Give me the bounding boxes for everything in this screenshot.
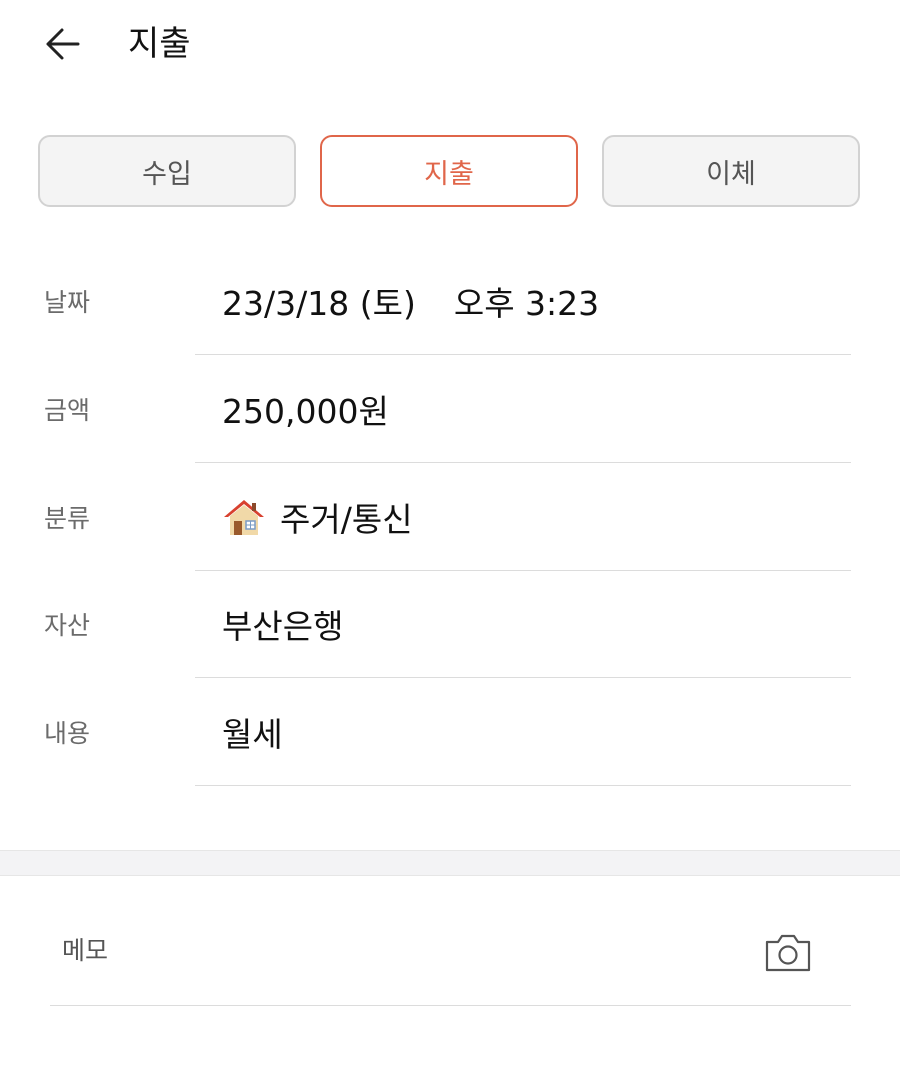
date-value[interactable]: 23/3/18 (토) 오후 3:23 — [222, 247, 599, 355]
tab-transfer[interactable]: 이체 — [602, 135, 860, 207]
app-header: 지출 — [0, 0, 900, 90]
date-text[interactable]: 23/3/18 (토) — [222, 277, 416, 325]
back-button[interactable] — [38, 22, 86, 66]
asset-label: 자산 — [44, 611, 91, 640]
category-field[interactable]: 주거/통신 — [222, 463, 413, 571]
memo-divider — [50, 1005, 851, 1006]
date-label: 날짜 — [44, 288, 91, 317]
transaction-type-tabs: 수입 지출 이체 — [38, 135, 863, 210]
content-row[interactable]: 내용 월세 — [0, 678, 900, 786]
section-divider — [0, 850, 900, 876]
page-title: 지출 — [128, 24, 191, 64]
date-row[interactable]: 날짜 23/3/18 (토) 오후 3:23 — [0, 247, 900, 355]
asset-row[interactable]: 자산 부산은행 — [0, 570, 900, 678]
house-icon — [224, 500, 264, 535]
asset-field[interactable]: 부산은행 — [222, 570, 343, 678]
tab-expense[interactable]: 지출 — [320, 135, 578, 207]
amount-label: 금액 — [44, 396, 91, 425]
amount-row[interactable]: 금액 250,000원 — [0, 355, 900, 463]
content-field[interactable]: 월세 — [222, 678, 283, 786]
amount-field[interactable]: 250,000원 — [222, 355, 389, 463]
memo-input[interactable]: 메모 — [62, 876, 108, 1022]
memo-row[interactable]: 메모 — [0, 876, 900, 1006]
category-label: 분류 — [44, 504, 91, 533]
row-divider — [195, 785, 851, 786]
tab-income[interactable]: 수입 — [38, 135, 296, 207]
arrow-left-icon — [46, 28, 80, 60]
camera-button[interactable] — [760, 928, 816, 978]
time-text[interactable]: 오후 3:23 — [454, 277, 599, 325]
camera-icon — [765, 934, 811, 972]
category-text[interactable]: 주거/통신 — [280, 493, 413, 541]
category-row[interactable]: 분류 주거/통신 — [0, 463, 900, 571]
content-label: 내용 — [44, 719, 91, 748]
